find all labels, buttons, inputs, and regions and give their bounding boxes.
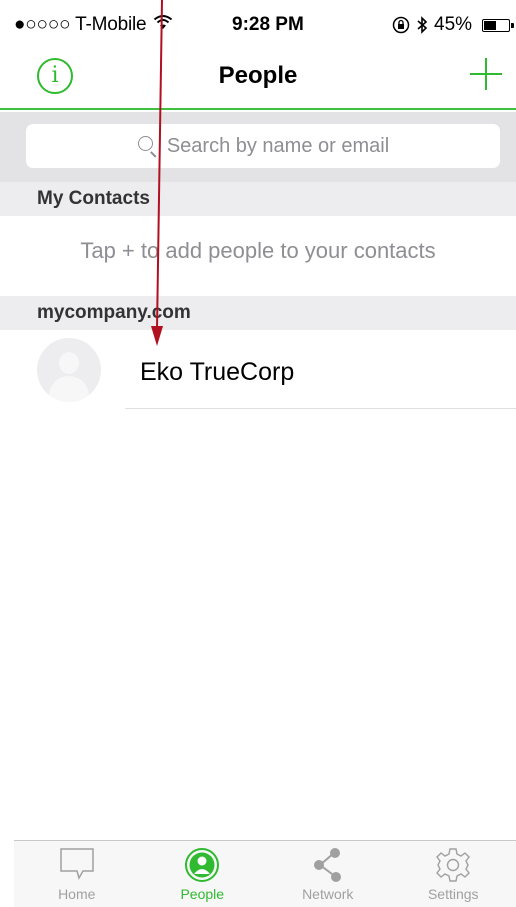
tab-bar: Home People Network Settings [14,840,516,907]
search-bar: Search by name or email [0,112,516,182]
navigation-bar: i People [0,50,516,110]
row-separator [125,408,516,409]
contact-name: Eko TrueCorp [140,358,295,386]
bluetooth-icon [417,16,428,34]
tab-label-network: Network [302,886,354,902]
empty-contacts-hint: Tap + to add people to your contacts [80,238,436,263]
section-header-my-contacts: My Contacts [0,182,516,216]
search-placeholder: Search by name or email [166,134,390,157]
battery-fill [484,20,496,30]
tab-label-people: People [180,886,225,902]
person-icon [185,848,220,882]
tab-label-settings: Settings [427,886,479,902]
status-right: 45% [392,14,515,36]
carrier-label: ●○○○○ T-Mobile [14,14,173,36]
wifi-icon [154,15,173,29]
battery-icon [482,18,515,32]
share-icon [313,848,341,882]
chat-bubble-icon [60,848,94,880]
tab-people[interactable]: People [140,841,266,907]
avatar [37,338,101,402]
battery-percent: 45% [434,14,473,35]
gear-icon [436,848,471,882]
search-input[interactable]: Search by name or email [26,124,500,168]
page-title: People [218,62,298,89]
search-icon [137,135,159,158]
status-bar: ●○○○○ T-Mobile 9:28 PM 45% [0,0,516,50]
rotation-lock-icon [392,16,410,34]
tab-home[interactable]: Home [14,841,140,907]
tab-label-home: Home [58,886,96,902]
status-time: 9:28 PM [232,14,304,35]
section-header-company: mycompany.com [0,296,516,330]
tab-network[interactable]: Network [265,841,391,907]
tab-settings[interactable]: Settings [391,841,516,907]
add-contact-button[interactable] [470,58,502,90]
contact-row[interactable]: Eko TrueCorp [0,330,516,410]
